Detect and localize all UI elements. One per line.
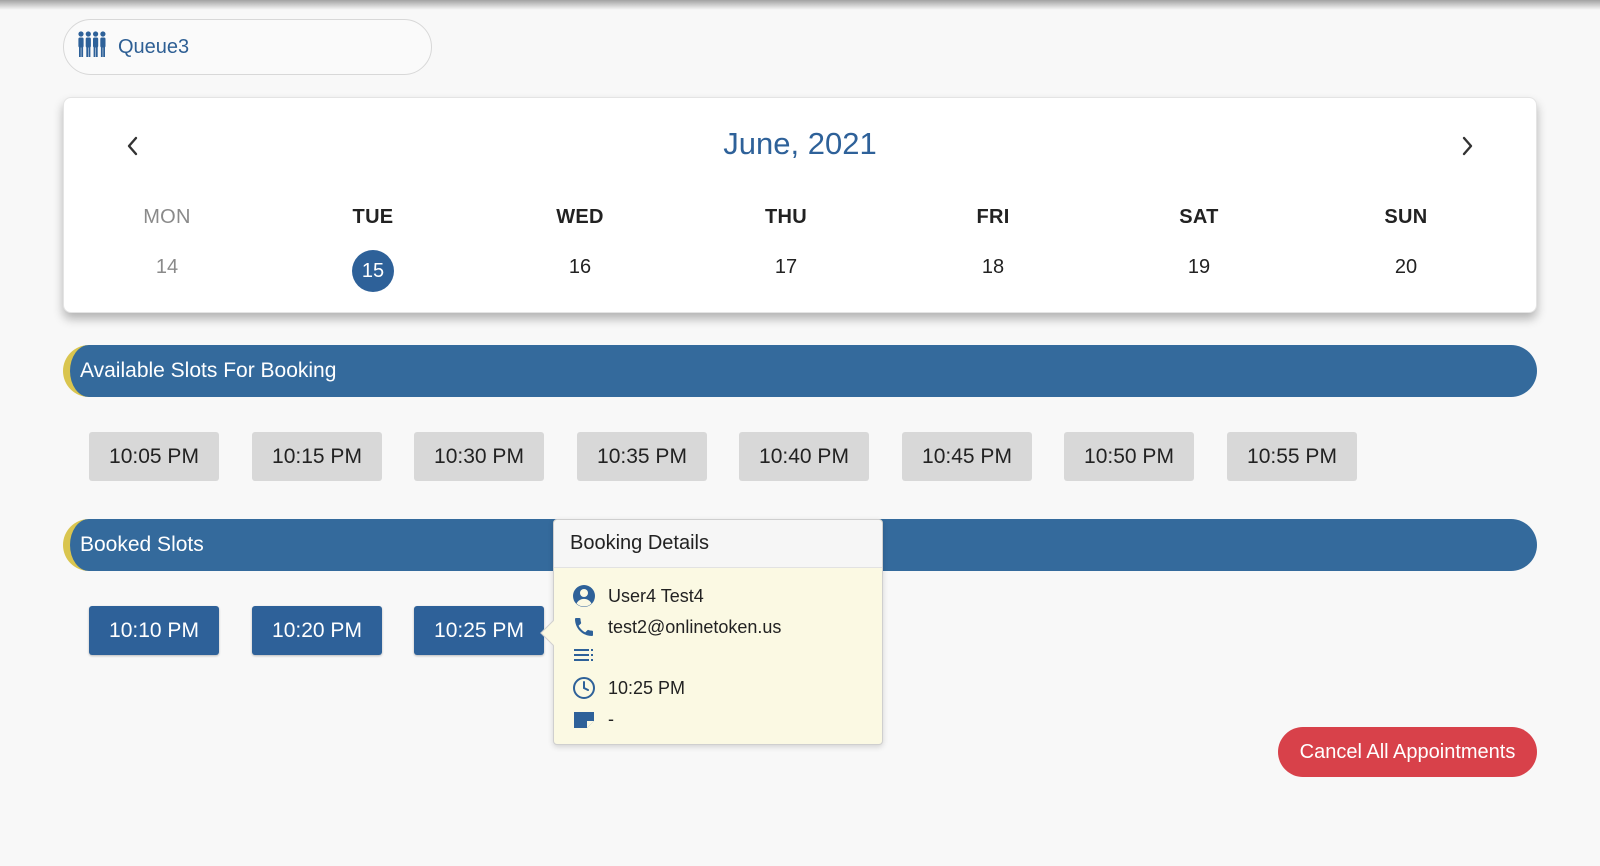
day-sat[interactable]: SAT 19 [1139, 206, 1259, 288]
day-number: 14 [155, 255, 179, 278]
booking-details-popover: Booking Details User4 Test4 test2@online… [540, 519, 883, 745]
day-tue[interactable]: TUE 15 [313, 206, 433, 292]
day-name: TUE [352, 206, 394, 228]
available-slot[interactable]: 10:40 PM [739, 432, 869, 481]
booking-name: User4 Test4 [608, 585, 704, 606]
day-mon[interactable]: MON 14 [107, 206, 227, 288]
notes-list-icon [574, 649, 593, 661]
booking-extra: - [608, 708, 614, 729]
month-title: June, 2021 [723, 126, 877, 161]
day-number-selected: 15 [313, 246, 433, 292]
selected-day-badge: 15 [352, 250, 394, 292]
day-number: 16 [568, 255, 592, 278]
note-icon [574, 712, 594, 728]
booking-extra-row: - [572, 706, 614, 732]
available-slot[interactable]: 10:45 PM [902, 432, 1032, 481]
queue-selector[interactable]: Queue3 [63, 19, 432, 75]
popover-title: Booking Details [554, 520, 882, 568]
phone-icon [575, 618, 593, 636]
day-name: FRI [976, 206, 1010, 228]
day-name: SAT [1179, 206, 1219, 228]
available-slot[interactable]: 10:55 PM [1227, 432, 1357, 481]
top-shadow [0, 0, 1600, 10]
available-slot[interactable]: 10:30 PM [414, 432, 544, 481]
day-number: 20 [1394, 255, 1418, 278]
day-wed[interactable]: WED 16 [520, 206, 640, 288]
day-name: MON [143, 206, 191, 228]
available-slot[interactable]: 10:15 PM [252, 432, 382, 481]
day-sun[interactable]: SUN 20 [1346, 206, 1466, 288]
available-slot[interactable]: 10:35 PM [577, 432, 707, 481]
available-slots-header: Available Slots For Booking [63, 345, 1537, 397]
section-title: Booked Slots [80, 533, 204, 556]
day-number: 17 [774, 255, 798, 278]
day-number: 18 [981, 255, 1005, 278]
booking-time: 10:25 PM [608, 677, 686, 698]
queue-name: Queue3 [118, 35, 190, 58]
clock-icon [573, 677, 595, 699]
booking-notes-row [572, 642, 608, 668]
booking-name-row: User4 Test4 [572, 583, 704, 609]
people-group-icon [76, 29, 108, 66]
booked-slot[interactable]: 10:20 PM [252, 606, 382, 655]
booked-slot[interactable]: 10:10 PM [89, 606, 219, 655]
day-name: WED [556, 206, 604, 228]
booked-slot-active[interactable]: 10:25 PM [414, 606, 544, 655]
available-slot[interactable]: 10:50 PM [1064, 432, 1194, 481]
day-name: SUN [1384, 206, 1428, 228]
next-week-button[interactable] [1452, 131, 1482, 161]
booking-contact: test2@onlinetoken.us [608, 616, 782, 637]
section-title: Available Slots For Booking [80, 359, 337, 382]
day-fri[interactable]: FRI 18 [933, 206, 1053, 288]
chevron-right-icon [1462, 136, 1473, 156]
day-number: 19 [1187, 255, 1211, 278]
week-calendar: June, 2021 MON 14 TUE 15 WED 16 THU 17 F… [63, 97, 1537, 313]
day-name: THU [764, 206, 807, 228]
popover-arrow [540, 620, 566, 646]
user-circle-icon [573, 585, 595, 607]
booking-time-row: 10:25 PM [572, 675, 685, 701]
cancel-all-appointments-button[interactable]: Cancel All Appointments [1278, 727, 1537, 777]
available-slot[interactable]: 10:05 PM [89, 432, 219, 481]
day-thu[interactable]: THU 17 [726, 206, 846, 288]
booking-contact-row: test2@onlinetoken.us [572, 614, 781, 640]
